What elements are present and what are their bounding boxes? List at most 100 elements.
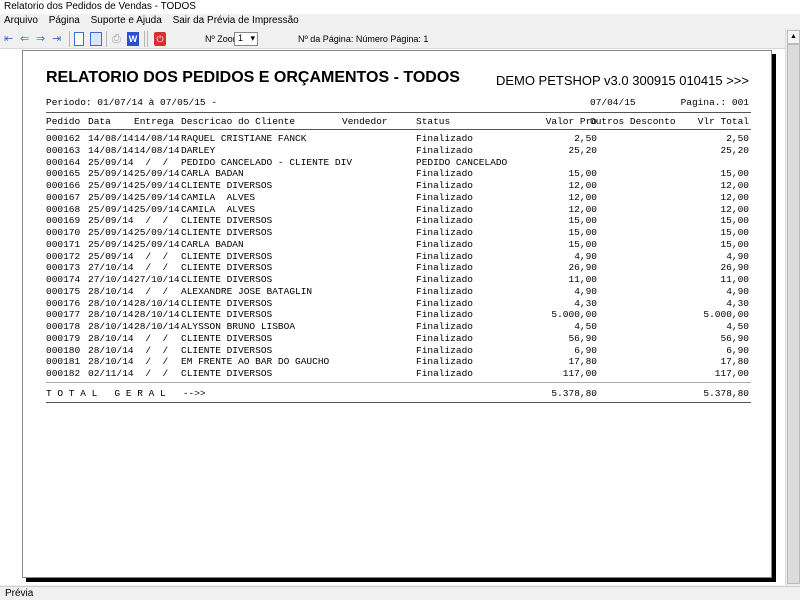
scroll-up-icon[interactable]: ▲ bbox=[787, 30, 800, 44]
cell-entrega: 14/08/14 bbox=[134, 144, 180, 156]
cell-valor: 15,00 bbox=[568, 215, 597, 227]
cell-entrega: / / bbox=[134, 215, 169, 227]
cell-pedido: 000173 bbox=[46, 262, 81, 274]
cell-valor: 12,00 bbox=[568, 203, 597, 215]
cell-cliente: CLIENTE DIVERSOS bbox=[181, 368, 273, 379]
cell-data: 28/10/14 bbox=[88, 344, 134, 356]
cell-data: 14/08/14 bbox=[88, 144, 134, 156]
cell-cliente: ALEXANDRE JOSE BATAGLIN bbox=[181, 285, 313, 297]
cell-valor: 4,90 bbox=[574, 250, 597, 262]
cell-status: Finalizado bbox=[416, 344, 474, 356]
cell-total: 15,00 bbox=[720, 168, 749, 180]
header-pedido: Pedido bbox=[46, 116, 81, 127]
cell-entrega: / / bbox=[134, 368, 169, 379]
cell-total: 2,50 bbox=[726, 133, 749, 144]
cell-cliente: CLIENTE DIVERSOS bbox=[181, 262, 273, 274]
menu-sair-previa[interactable]: Sair da Prévia de Impressão bbox=[169, 14, 303, 27]
cell-cliente: CLIENTE DIVERSOS bbox=[181, 332, 273, 344]
cell-data: 25/09/14 bbox=[88, 250, 134, 262]
cell-cliente: EM FRENTE AO BAR DO GAUCHO bbox=[181, 356, 330, 368]
cell-valor: 2,50 bbox=[574, 133, 597, 144]
cell-cliente: CLIENTE DIVERSOS bbox=[181, 309, 273, 321]
single-page-icon[interactable] bbox=[74, 32, 84, 46]
cell-pedido: 000181 bbox=[46, 356, 81, 368]
cell-total: 11,00 bbox=[720, 274, 749, 285]
cell-data: 25/09/14 bbox=[88, 191, 134, 203]
cell-data: 25/09/14 bbox=[88, 156, 134, 168]
header-data: Data bbox=[88, 116, 111, 127]
cell-total: 4,30 bbox=[726, 297, 749, 309]
cell-cliente: CLIENTE DIVERSOS bbox=[181, 215, 273, 227]
cell-total: 4,90 bbox=[726, 250, 749, 262]
report-period: Periodo: 01/07/14 à 07/05/15 - bbox=[46, 97, 218, 108]
cell-status: Finalizado bbox=[416, 191, 474, 203]
print-icon[interactable]: ⎙ bbox=[112, 32, 121, 46]
cell-entrega: 25/09/14 bbox=[134, 227, 180, 238]
cell-total: 12,00 bbox=[720, 203, 749, 215]
cell-cliente: CLIENTE DIVERSOS bbox=[181, 274, 273, 285]
close-preview-icon[interactable]: ⏻ bbox=[154, 32, 166, 46]
cell-total: 15,00 bbox=[720, 227, 749, 238]
cell-valor: 4,90 bbox=[574, 285, 597, 297]
word-export-icon[interactable]: W bbox=[127, 32, 139, 46]
cell-data: 25/09/14 bbox=[88, 180, 134, 191]
cell-valor: 12,00 bbox=[568, 191, 597, 203]
report-page: RELATORIO DOS PEDIDOS E ORÇAMENTOS - TOD… bbox=[22, 50, 772, 578]
cell-total: 6,90 bbox=[726, 344, 749, 356]
cell-total: 5.000,00 bbox=[703, 309, 749, 321]
cell-entrega: 28/10/14 bbox=[134, 321, 180, 332]
header-outros: Outros Desconto bbox=[590, 116, 676, 127]
cell-cliente: CLIENTE DIVERSOS bbox=[181, 250, 273, 262]
toolbar: ⇤ ⇐ ⇒ ⇥ ⎙ W ⏻ Nº Zoom 1 ▾ Nº da Página: N… bbox=[0, 29, 785, 49]
cell-total: 15,00 bbox=[720, 215, 749, 227]
scroll-thumb[interactable] bbox=[787, 44, 800, 584]
company-name: DEMO PETSHOP v3.0 300915 010415 >>> bbox=[495, 73, 749, 88]
cell-cliente: CLIENTE DIVERSOS bbox=[181, 297, 273, 309]
cell-valor: 25,20 bbox=[568, 144, 597, 156]
cell-valor: 56,90 bbox=[568, 332, 597, 344]
cell-status: Finalizado bbox=[416, 332, 474, 344]
next-page-icon[interactable]: ⇒ bbox=[36, 32, 45, 46]
cell-status: Finalizado bbox=[416, 144, 474, 156]
cell-entrega: / / bbox=[134, 156, 169, 168]
menu-arquivo[interactable]: Arquivo bbox=[0, 14, 42, 27]
cell-total: 56,90 bbox=[720, 332, 749, 344]
cell-pedido: 000180 bbox=[46, 344, 81, 356]
cell-status: Finalizado bbox=[416, 180, 474, 191]
cell-status: Finalizado bbox=[416, 227, 474, 238]
cell-status: Finalizado bbox=[416, 215, 474, 227]
menu-pagina[interactable]: Página bbox=[45, 14, 84, 27]
cell-entrega: / / bbox=[134, 344, 169, 356]
cell-entrega: / / bbox=[134, 285, 169, 297]
total-valor: 5.378,80 bbox=[551, 388, 597, 399]
cell-valor: 4,30 bbox=[574, 297, 597, 309]
first-page-icon[interactable]: ⇤ bbox=[4, 32, 13, 46]
zoom-select[interactable]: 1 ▾ bbox=[234, 32, 258, 46]
cell-data: 28/10/14 bbox=[88, 297, 134, 309]
header-cliente: Descricao do Cliente bbox=[181, 116, 296, 127]
menu-suporte[interactable]: Suporte e Ajuda bbox=[87, 14, 166, 27]
cell-data: 28/10/14 bbox=[88, 309, 134, 321]
cell-data: 28/10/14 bbox=[88, 332, 134, 344]
window-title: Relatorio dos Pedidos de Vendas - TODOS bbox=[0, 0, 800, 14]
two-pages-icon[interactable] bbox=[90, 32, 102, 46]
last-page-icon[interactable]: ⇥ bbox=[52, 32, 61, 46]
previous-page-icon[interactable]: ⇐ bbox=[20, 32, 29, 46]
cell-cliente: CLIENTE DIVERSOS bbox=[181, 180, 273, 191]
cell-pedido: 000169 bbox=[46, 215, 81, 227]
cell-data: 27/10/14 bbox=[88, 262, 134, 274]
cell-status: Finalizado bbox=[416, 262, 474, 274]
cell-valor: 15,00 bbox=[568, 238, 597, 250]
cell-pedido: 000175 bbox=[46, 285, 81, 297]
cell-cliente: DARLEY bbox=[181, 144, 216, 156]
cell-valor: 17,80 bbox=[568, 356, 597, 368]
header-entrega: Entrega bbox=[134, 116, 174, 127]
cell-entrega: / / bbox=[134, 262, 169, 274]
cell-pedido: 000177 bbox=[46, 309, 81, 321]
cell-pedido: 000163 bbox=[46, 144, 81, 156]
cell-data: 28/10/14 bbox=[88, 356, 134, 368]
vertical-scrollbar[interactable]: ▲ bbox=[785, 29, 800, 585]
cell-status: Finalizado bbox=[416, 168, 474, 180]
cell-data: 02/11/14 bbox=[88, 368, 134, 379]
cell-valor: 4,50 bbox=[574, 321, 597, 332]
